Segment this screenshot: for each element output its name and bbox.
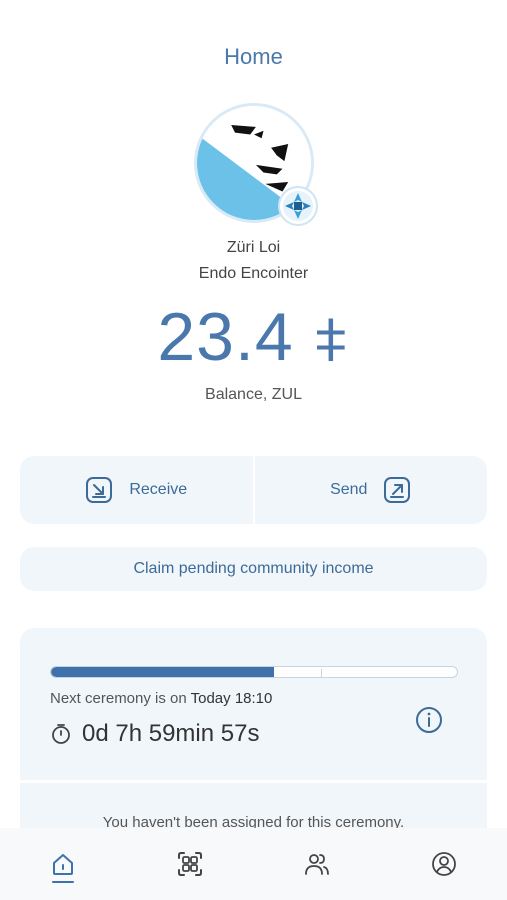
receive-label: Receive bbox=[129, 481, 188, 498]
countdown-row: 0d 7h 59min 57s bbox=[50, 720, 259, 748]
card-divider bbox=[20, 780, 487, 783]
encointer-badge bbox=[278, 186, 318, 226]
info-icon[interactable] bbox=[415, 706, 443, 734]
ceremony-progress-bar bbox=[50, 666, 458, 678]
countdown-timer: 0d 7h 59min 57s bbox=[82, 720, 260, 747]
next-ceremony-prefix: Next ceremony is on bbox=[50, 690, 191, 707]
send-label: Send bbox=[330, 481, 368, 498]
send-icon bbox=[384, 477, 411, 503]
balance-display: 23.4 ⧧ bbox=[0, 298, 507, 378]
currency-symbol: ⧧ bbox=[313, 299, 350, 375]
receive-button[interactable]: Receive bbox=[20, 456, 253, 524]
tab-scan[interactable] bbox=[127, 828, 254, 900]
transfer-actions: Receive Send bbox=[20, 456, 487, 524]
progress-tick bbox=[321, 669, 322, 677]
qr-scan-icon bbox=[178, 852, 203, 876]
home-icon bbox=[53, 854, 74, 875]
tab-home[interactable] bbox=[0, 828, 127, 900]
claim-income-button[interactable]: Claim pending community income bbox=[20, 547, 487, 591]
community-name: Züri Loi bbox=[226, 239, 281, 256]
balance-amount: 23.4 bbox=[157, 299, 294, 375]
next-ceremony-time: Today 18:10 bbox=[190, 690, 273, 707]
send-button[interactable]: Send bbox=[255, 456, 488, 524]
profile-icon bbox=[431, 852, 456, 876]
contacts-icon bbox=[304, 854, 329, 875]
page-title: Home bbox=[224, 44, 283, 69]
account-role: Endo Encointer bbox=[198, 265, 309, 282]
next-ceremony-text: Next ceremony is on Today 18:10 bbox=[50, 690, 272, 707]
receive-icon bbox=[86, 477, 113, 503]
encointer-icon bbox=[283, 191, 313, 221]
active-tab-indicator bbox=[52, 881, 75, 883]
tab-contacts[interactable] bbox=[254, 828, 381, 900]
balance-label: Balance, ZUL bbox=[205, 386, 302, 403]
timer-icon bbox=[52, 724, 70, 744]
tab-profile[interactable] bbox=[380, 828, 507, 900]
bottom-tab-bar bbox=[0, 828, 507, 900]
ceremony-progress-fill bbox=[51, 667, 275, 677]
